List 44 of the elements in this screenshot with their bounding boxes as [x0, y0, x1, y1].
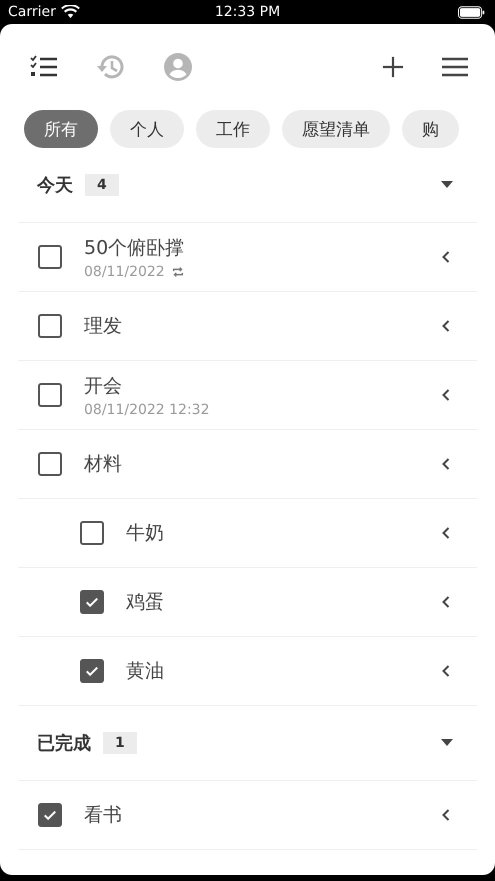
task-title: 看书: [84, 803, 123, 828]
task-date: 08/11/2022 12:32: [84, 402, 210, 418]
task-title: 50个俯卧撑: [84, 236, 186, 260]
task-title: 鸡蛋: [126, 590, 165, 615]
checkbox[interactable]: [38, 245, 62, 269]
task-title: 理发: [84, 314, 123, 339]
chevron-icon[interactable]: [441, 388, 451, 402]
menu-icon[interactable]: [442, 57, 468, 77]
section-title: 已完成: [37, 732, 91, 755]
checkbox[interactable]: [80, 590, 104, 614]
chevron-icon[interactable]: [441, 664, 451, 678]
carrier-name: Carrier: [8, 4, 56, 20]
category-chip[interactable]: 工作: [196, 110, 270, 148]
task-title: 牛奶: [126, 521, 165, 546]
chevron-icon[interactable]: [441, 457, 451, 471]
task-title: 开会: [84, 374, 123, 398]
count-badge: 1: [103, 732, 137, 754]
add-icon[interactable]: [382, 56, 404, 78]
chevron-icon[interactable]: [441, 250, 451, 264]
chevron-icon[interactable]: [441, 526, 451, 540]
wifi-icon: [60, 5, 80, 19]
category-chip[interactable]: 愿望清单: [282, 110, 390, 148]
chevron-icon[interactable]: [441, 808, 451, 822]
status-time: 12:33 PM: [214, 4, 280, 20]
task-title: 材料: [84, 452, 123, 477]
checkbox[interactable]: [38, 314, 62, 338]
checkbox[interactable]: [80, 521, 104, 545]
task-title: 黄油: [126, 659, 165, 684]
count-badge: 4: [85, 174, 119, 196]
section-title: 今天: [37, 174, 73, 197]
task-date: 08/11/2022: [84, 264, 165, 280]
chevron-icon[interactable]: [441, 319, 451, 333]
chevron-icon[interactable]: [441, 595, 451, 609]
checkbox[interactable]: [38, 803, 62, 827]
category-chip[interactable]: 个人: [110, 110, 184, 148]
caret-icon[interactable]: [441, 739, 453, 747]
checkbox[interactable]: [38, 452, 62, 476]
caret-icon[interactable]: [441, 181, 453, 189]
checkbox[interactable]: [80, 659, 104, 683]
checklist-icon[interactable]: [30, 55, 58, 79]
checkbox[interactable]: [38, 383, 62, 407]
battery-icon: [458, 6, 485, 18]
category-chip[interactable]: 所有: [24, 110, 98, 148]
category-chip[interactable]: 购: [402, 110, 459, 148]
